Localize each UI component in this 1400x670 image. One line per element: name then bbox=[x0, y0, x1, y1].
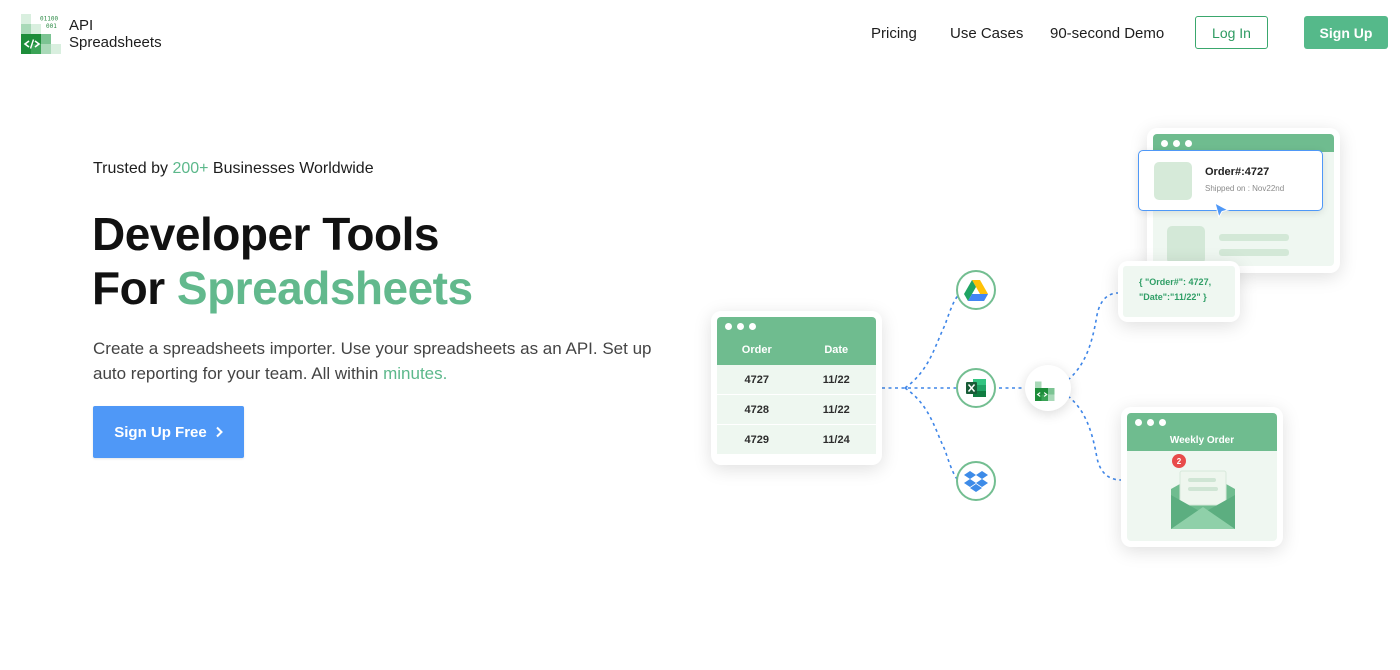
order-title: Order#:4727 bbox=[1205, 166, 1270, 178]
table-cell: 4728 bbox=[744, 403, 769, 416]
google-drive-icon bbox=[964, 279, 988, 301]
table-cell: 11/22 bbox=[822, 373, 850, 386]
weekly-order-body: 2 bbox=[1127, 451, 1277, 541]
window-dots bbox=[725, 323, 756, 330]
google-drive-circle bbox=[956, 270, 996, 310]
dropbox-circle bbox=[956, 461, 996, 501]
window-dots bbox=[1161, 140, 1192, 147]
table-cell: 4729 bbox=[744, 433, 769, 446]
column-header-order: Order bbox=[741, 344, 772, 356]
connection-lines bbox=[882, 292, 1122, 481]
json-line1: { "Order#": 4727, bbox=[1139, 277, 1212, 287]
excel-icon bbox=[966, 379, 986, 397]
json-snippet: { "Order#": 4727, "Date":"11/22" } bbox=[1123, 266, 1235, 317]
order-shipped-date: Shipped on : Nov22nd bbox=[1205, 184, 1285, 193]
table-cell: 11/24 bbox=[822, 433, 850, 446]
order-thumbnail bbox=[1154, 162, 1192, 200]
spreadsheet-table: Order Date 4727 11/22 4728 11/22 4729 11… bbox=[711, 311, 882, 465]
table-cell: 4727 bbox=[744, 373, 769, 386]
json-line2: "Date":"11/22" } bbox=[1139, 292, 1207, 302]
api-spreadsheets-icon bbox=[1035, 381, 1055, 401]
table-cell: 11/22 bbox=[822, 403, 850, 416]
table-row: 4729 11/24 bbox=[717, 425, 876, 455]
window-dots bbox=[1135, 419, 1166, 426]
api-hub bbox=[1025, 365, 1071, 411]
json-snippet-card: { "Order#": 4727, "Date":"11/22" } bbox=[1118, 261, 1240, 322]
dropbox-icon bbox=[964, 471, 988, 492]
cursor-arrow-icon bbox=[1214, 201, 1230, 219]
excel-circle bbox=[956, 368, 996, 408]
table-header: Order Date bbox=[717, 317, 876, 365]
notification-badge: 2 bbox=[1172, 454, 1186, 468]
window-bar: Weekly Order bbox=[1127, 413, 1277, 451]
table-row: 4728 11/22 bbox=[717, 395, 876, 425]
envelope-icon bbox=[1171, 470, 1235, 529]
table-row: 4727 11/22 bbox=[717, 365, 876, 395]
weekly-order-title: Weekly Order bbox=[1169, 435, 1235, 446]
column-header-date: Date bbox=[824, 344, 849, 356]
weekly-order-window: Weekly Order 2 bbox=[1121, 407, 1283, 547]
